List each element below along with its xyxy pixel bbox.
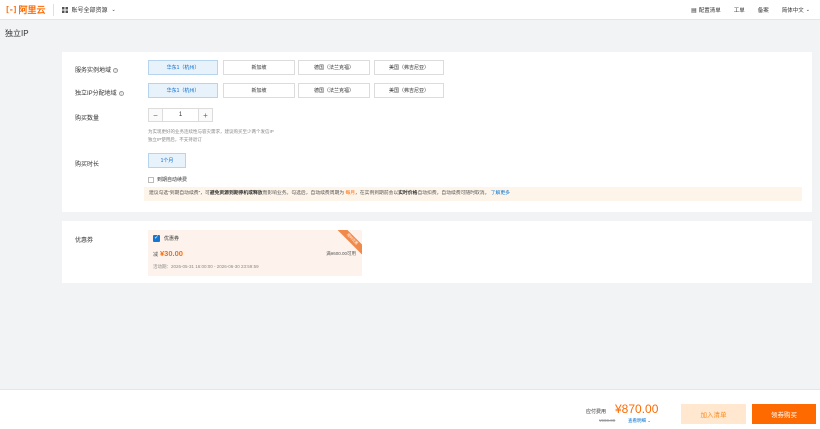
resource-selector-label: 账号全部资源 [71,8,108,14]
chevron-down-icon: ⌄ [111,6,116,13]
decrement-button[interactable]: − [149,109,163,121]
notice-bold: 避免资源到期停机或释放 [209,191,263,196]
help-icon[interactable]: ? [113,67,119,73]
service-region-option-hangzhou[interactable]: 华东1（杭州） [148,60,218,75]
divider [53,3,55,16]
total-price: ¥870.00 [615,402,659,416]
coupon-card[interactable]: ✓ 优惠券 减 ¥30.00 满¥600.00可用 活动期：2026-05-31 … [148,230,362,276]
config-list-link[interactable]: ▤ 配置清单 [691,6,721,15]
increment-button[interactable]: + [198,109,212,121]
price-label: 应付费用 [586,409,607,415]
service-region-label-text: 服务实例地域 [75,68,112,74]
checkbox-box [148,176,154,183]
filing-link[interactable]: 备案 [758,6,769,14]
document-icon: ▤ [691,7,697,14]
add-to-list-button[interactable]: 加入清单 [681,404,746,424]
price-detail-link[interactable]: 查看明细 ⌄ [628,418,651,424]
filing-label: 备案 [757,8,769,14]
ip-region-label-text: 独立IP分配地域 [75,91,117,97]
auto-renew-notice: 建议勾选“到期自动续费”，可避免资源到期停机或释放而影响业务。勾选后，自动续费周… [144,187,802,201]
learn-more-link[interactable]: 了解更多 [491,191,510,196]
grid-icon [62,6,69,13]
coupon-section-label: 优惠券 [75,238,94,244]
notice-text: ，在实例到期前会以 [355,191,399,196]
ticket-label: 工单 [733,8,745,14]
auto-renew-checkbox[interactable]: 到期自动续费 [148,176,187,183]
help-icon[interactable]: ? [118,90,124,96]
duration-option-1-month[interactable]: 1个月 [148,153,186,168]
config-panel: 服务实例地域? 华东1（杭州） 新加坡 德国（法兰克福） 美国（弗吉尼亚） 独立… [62,52,812,212]
duration-label: 购买时长 [75,162,100,168]
quantity-input[interactable]: 1 [163,109,198,121]
chevron-down-icon: ⌄ [647,418,652,423]
page-title: 独立IP [5,29,29,38]
language-selector[interactable]: 简体中文 ⌄ [782,6,810,14]
buy-button[interactable]: 领券购买 [752,404,816,424]
ip-region-option-hangzhou[interactable]: 华东1（杭州） [148,83,218,98]
language-label: 简体中文 [781,8,804,14]
aliyun-logo[interactable]: [-] 阿里云 [5,0,45,20]
coupon-amount: 减 ¥30.00 [153,249,183,258]
ticket-link[interactable]: 工单 [734,6,745,14]
ip-region-option-singapore[interactable]: 新加坡 [223,83,295,98]
coupon-condition: 满¥600.00可用 [326,251,356,256]
service-region-option-virginia[interactable]: 美国（弗吉尼亚） [374,60,444,75]
notice-bold: 实时价格 [398,191,418,196]
refund-hint: 独立IP使用后，不支持退订 [148,137,202,142]
notice-text: 建议勾选“到期自动续费”，可 [149,191,210,196]
coupon-value: ¥30.00 [160,249,183,258]
coupon-name: 优惠券 [164,236,180,242]
resource-selector[interactable]: 账号全部资源 ⌄ [62,5,116,14]
service-region-option-frankfurt[interactable]: 德国（法兰克福） [298,60,370,75]
checkmark-icon[interactable]: ✓ [153,235,160,242]
ip-region-option-virginia[interactable]: 美国（弗吉尼亚） [374,83,444,98]
top-right-menu: ▤ 配置清单 工单 备案 简体中文 ⌄ [678,0,810,20]
notice-text: 而影响业务。勾选后，自动续费周期为 [262,191,346,196]
coupon-prefix: 减 [153,252,159,258]
top-navigation-bar: [-] 阿里云 账号全部资源 ⌄ ▤ 配置清单 工单 备案 简体中文 ⌄ [0,0,820,20]
service-region-label: 服务实例地域? [75,65,119,74]
notice-text: 自动扣费，自动续费可随时取消。 [417,191,490,196]
auto-renew-label: 到期自动续费 [157,177,188,183]
checkout-bar: 应付费用 ¥870.00 ¥900.00 查看明细 ⌄ 加入清单 领券购买 [0,389,820,429]
logo-mark: [-] [5,5,17,14]
coupon-panel: 优惠券 ✓ 优惠券 减 ¥30.00 满¥600.00可用 活动期：2026-05… [62,221,812,283]
service-region-option-singapore[interactable]: 新加坡 [223,60,295,75]
quantity-label: 购买数量 [75,116,100,122]
price-detail-label: 查看明细 [628,418,646,423]
config-list-label: 配置清单 [698,8,721,14]
quantity-hint: 为实现更好的业务连续性与容灾需求，建议购买至少两个发信IP [148,129,274,134]
chevron-down-icon: ⌄ [805,7,810,13]
notice-highlight: 每月 [345,191,356,196]
ip-region-option-frankfurt[interactable]: 德国（法兰克福） [298,83,370,98]
quantity-stepper: − 1 + [148,108,213,122]
coupon-time: 活动期：2026-05-31 16:00:00 - 2026-06-30 23:… [153,264,259,269]
original-price: ¥900.00 [599,418,616,423]
logo-text: 阿里云 [18,5,46,15]
ip-region-label: 独立IP分配地域? [75,88,124,97]
